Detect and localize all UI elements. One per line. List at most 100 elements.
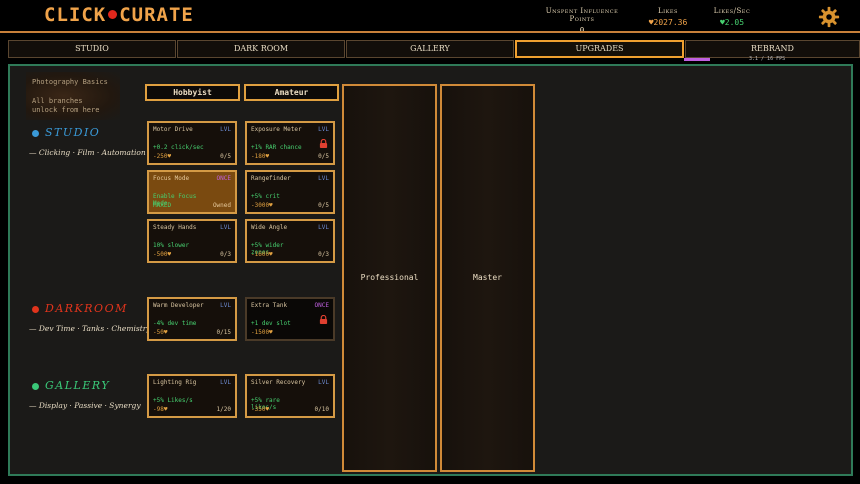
tab-upgrades[interactable]: Upgrades [515, 40, 684, 58]
card-effect: -4% dev time [153, 320, 197, 327]
tier-column-master: Master [440, 84, 535, 472]
section-title: GALLERY [32, 379, 141, 392]
intro-description: All branches unlock from here [32, 97, 99, 115]
card-status: MAXED [153, 202, 172, 209]
card-effect: +5% crit [251, 193, 280, 200]
fps-counter: 3.1 / 16 FPS [749, 56, 786, 62]
card-effect: +1% RAR chance [251, 144, 302, 151]
card-kind: LVL [220, 379, 231, 386]
bullet-icon [32, 305, 39, 313]
upgrade-card-motor-drive[interactable]: Motor Drive LVL +0.2 click/sec -250♥ 0/5 [147, 121, 237, 165]
card-level: 0/5 [220, 153, 231, 160]
card-level: 1/20 [216, 406, 231, 413]
upgrade-card-lighting-rig[interactable]: Lighting Rig LVL +5% Likes/s -98♥ 1/20 [147, 374, 237, 418]
stat-value: ♥2027.36 [648, 18, 688, 27]
section-title: DARKROOM [32, 302, 151, 315]
card-cost: -350♥ [251, 406, 270, 413]
card-kind: LVL [220, 224, 231, 231]
card-effect: +0.2 click/sec [153, 144, 204, 151]
card-title: Silver Recovery [251, 379, 306, 386]
tier-header-amateur: Amateur [244, 84, 339, 101]
upgrade-card-focus-mode[interactable]: Focus Mode ONCE Enable Focus Mode MAXED O… [147, 170, 237, 214]
stat-likes: Likes ♥2027.36 [640, 7, 696, 27]
card-cost: -50♥ [153, 329, 168, 336]
rebrand-progress-bar [684, 58, 710, 61]
card-effect: 10% slower [153, 242, 190, 249]
tab-dark-room[interactable]: Dark Room [177, 40, 345, 58]
card-title: Steady Hands [153, 224, 197, 231]
card-level: 0/15 [216, 329, 231, 336]
upgrade-card-rangefinder[interactable]: Rangefinder LVL +5% crit -3000♥ 0/5 [245, 170, 335, 214]
tier-label: Master [473, 273, 502, 282]
section-title: STUDIO [32, 126, 146, 139]
card-cost: -98♥ [153, 406, 168, 413]
card-kind: LVL [220, 126, 231, 133]
main-tabs: Studio Dark Room Gallery Upgrades Rebran… [8, 40, 860, 58]
bullet-icon [32, 129, 39, 137]
section-name: STUDIO [45, 126, 101, 139]
card-title: Rangefinder [251, 175, 291, 182]
upgrade-card-wide-angle[interactable]: Wide Angle LVL +5% wider zones -1600♥ 0/3 [245, 219, 335, 263]
card-kind: ONCE [216, 175, 231, 182]
card-level: 0/3 [220, 251, 231, 258]
effect-line: +5% rare [251, 397, 280, 404]
upgrade-card-silver-recovery[interactable]: Silver Recovery LVL +5% rare likes/s -350… [245, 374, 335, 418]
intro-title: Photography Basics [32, 78, 108, 86]
card-cost: -180♥ [251, 153, 270, 160]
effect-line: +5% wider [251, 242, 284, 249]
stat-label: Unspent Influence Points [545, 7, 619, 23]
tab-gallery[interactable]: Gallery [346, 40, 514, 58]
section-name: GALLERY [45, 379, 111, 392]
upgrade-tree-panel: Photography Basics All branches unlock f… [8, 64, 853, 476]
card-cost: -500♥ [153, 251, 172, 258]
section-gallery: GALLERY — Display · Passive · Synergy [29, 379, 141, 410]
card-title: Focus Mode [153, 175, 190, 182]
section-darkroom: DARKROOM — Dev Time · Tanks · Chemistry [29, 302, 151, 333]
stat-label: Likes/Sec [713, 7, 751, 15]
upgrade-card-extra-tank[interactable]: Extra Tank ONCE +1 dev slot -1500♥ [245, 297, 335, 341]
card-cost: -250♥ [153, 153, 172, 160]
intro-node: Photography Basics All branches unlock f… [26, 72, 120, 120]
stat-label: Likes [658, 7, 678, 15]
card-kind: LVL [318, 175, 329, 182]
intro-line: unlock from here [32, 106, 100, 114]
gear-icon[interactable] [818, 6, 840, 28]
bullet-icon [32, 382, 39, 390]
card-title: Extra Tank [251, 302, 288, 309]
card-cost: -1600♥ [251, 251, 273, 258]
section-subtitle: — Display · Passive · Synergy [29, 401, 141, 410]
logo-dot [108, 10, 118, 19]
card-level: 0/10 [314, 406, 329, 413]
card-level: 0/5 [318, 202, 329, 209]
card-level: 0/3 [318, 251, 329, 258]
card-kind: LVL [318, 224, 329, 231]
card-kind: ONCE [314, 302, 329, 309]
card-cost: -1500♥ [251, 329, 273, 336]
card-title: Motor Drive [153, 126, 193, 133]
card-kind: LVL [318, 379, 329, 386]
section-studio: STUDIO — Clicking · Film · Automation [29, 126, 146, 157]
card-effect: +1 dev slot [251, 320, 291, 327]
lock-icon [319, 139, 328, 148]
card-title: Lighting Rig [153, 379, 197, 386]
section-name: DARKROOM [45, 302, 128, 315]
card-title: Wide Angle [251, 224, 288, 231]
card-kind: LVL [220, 302, 231, 309]
tab-studio[interactable]: Studio [8, 40, 176, 58]
card-cost: -3000♥ [251, 202, 273, 209]
section-subtitle: — Clicking · Film · Automation [29, 148, 146, 157]
card-level: 0/5 [318, 153, 329, 160]
stat-value: ♥2.05 [719, 18, 745, 27]
upgrade-card-steady-hands[interactable]: Steady Hands LVL 10% slower -500♥ 0/3 [147, 219, 237, 263]
card-effect: +5% Likes/s [153, 397, 193, 404]
stat-likes-per-sec: Likes/Sec ♥2.05 [704, 7, 760, 27]
intro-line: All branches [32, 97, 83, 105]
app-logo: CLICK CURATE [44, 4, 194, 26]
effect-line: Enable Focus [153, 193, 197, 200]
upgrade-card-exposure-meter[interactable]: Exposure Meter LVL +1% RAR chance -180♥ … [245, 121, 335, 165]
upgrade-card-warm-developer[interactable]: Warm Developer LVL -4% dev time -50♥ 0/1… [147, 297, 237, 341]
card-title: Exposure Meter [251, 126, 302, 133]
tier-label: Professional [360, 273, 419, 282]
lock-icon [319, 315, 328, 324]
header-divider [0, 31, 860, 33]
